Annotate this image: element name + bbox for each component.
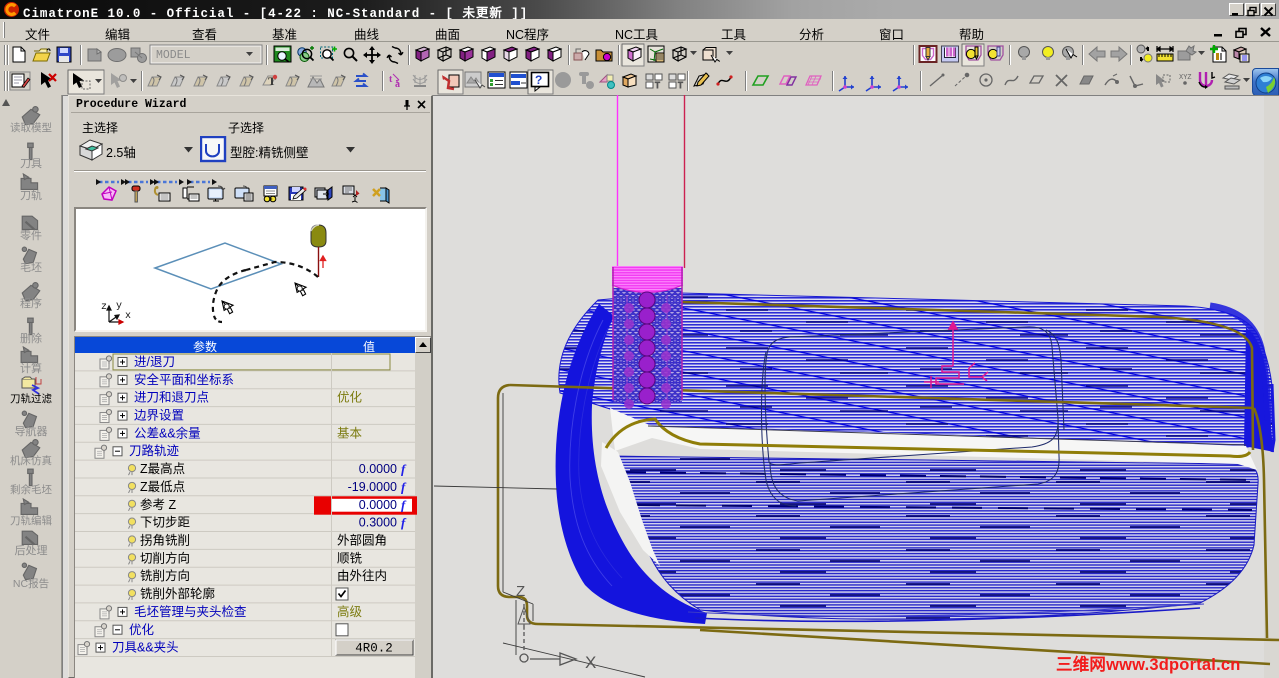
svg-text:x: x (125, 311, 131, 322)
svg-text:下切步距: 下切步距 (140, 516, 190, 530)
svg-text:优化: 优化 (337, 391, 363, 405)
svg-text:读取模型: 读取模型 (10, 121, 52, 134)
svg-text:顺铣: 顺铣 (337, 551, 363, 565)
svg-text:高级: 高级 (337, 604, 363, 619)
svg-text:机床仿真: 机床仿真 (10, 454, 52, 467)
svg-text:-19.0000: -19.0000 (348, 480, 397, 494)
svg-text:Z最高点: Z最高点 (140, 461, 185, 476)
svg-text:毛坯管理与夹头检查: 毛坯管理与夹头检查 (134, 604, 247, 619)
svg-text:毛坯: 毛坯 (20, 261, 42, 274)
svg-text:f: f (401, 462, 407, 477)
svg-text:零件: 零件 (20, 229, 42, 242)
svg-text:后处理: 后处理 (15, 544, 48, 557)
svg-text:NC报告: NC报告 (13, 577, 49, 590)
svg-text:0.0000: 0.0000 (359, 498, 397, 512)
svg-text:导航器: 导航器 (15, 424, 48, 438)
svg-text:剩余毛坯: 剩余毛坯 (10, 483, 52, 496)
svg-text:XYZ: XYZ (1179, 74, 1192, 82)
svg-text:y: y (116, 301, 122, 312)
svg-text:铣削外部轮廓: 铣削外部轮廓 (140, 586, 215, 601)
svg-text:T: T (678, 81, 683, 90)
svg-text:t: t (389, 74, 393, 85)
svg-text:铣削方向: 铣削方向 (140, 568, 190, 583)
svg-text:0.0000: 0.0000 (359, 462, 397, 476)
svg-text:拐角铣削: 拐角铣削 (140, 533, 190, 548)
svg-text:X: X (585, 653, 596, 672)
svg-text:4R0.2: 4R0.2 (355, 642, 393, 656)
svg-text:优化: 优化 (129, 623, 155, 637)
svg-text:删除: 删除 (20, 331, 42, 345)
svg-text:外部圆角: 外部圆角 (337, 533, 387, 548)
svg-text:公差&&余量: 公差&&余量 (134, 425, 201, 440)
svg-text:?: ? (535, 73, 542, 87)
svg-text:Z: Z (516, 583, 525, 600)
svg-text:z: z (101, 302, 107, 313)
svg-text:f: f (401, 515, 407, 530)
svg-text:进刀和退刀点: 进刀和退刀点 (134, 391, 209, 405)
svg-text:程序: 程序 (20, 296, 42, 310)
svg-text:边界设置: 边界设置 (134, 408, 184, 423)
svg-text:0.3000: 0.3000 (359, 516, 397, 530)
svg-text:切削方向: 切削方向 (140, 550, 190, 565)
svg-text:刀具: 刀具 (20, 157, 42, 170)
svg-text:刀轨过滤: 刀轨过滤 (10, 392, 52, 405)
svg-text:三维网www.3dportal.cn: 三维网www.3dportal.cn (1056, 654, 1241, 674)
svg-text:基本: 基本 (337, 426, 363, 440)
svg-text:刀具&&夹头: 刀具&&夹头 (112, 641, 179, 655)
svg-text:T: T (268, 74, 276, 88)
svg-text:由外往内: 由外往内 (337, 568, 387, 583)
svg-text:刀轨: 刀轨 (20, 188, 42, 202)
svg-text:f: f (401, 480, 407, 495)
svg-text:刀路轨迹: 刀路轨迹 (129, 443, 180, 458)
svg-text:安全平面和坐标系: 安全平面和坐标系 (134, 372, 234, 387)
svg-text:T: T (655, 81, 660, 90)
svg-text:刀轨编辑: 刀轨编辑 (10, 514, 52, 527)
svg-text:a: a (395, 79, 400, 90)
svg-text:计算: 计算 (20, 361, 42, 375)
svg-text:Z最低点: Z最低点 (140, 480, 185, 494)
svg-text:进/退刀: 进/退刀 (134, 355, 175, 369)
svg-text:参考 Z: 参考 Z (140, 497, 176, 512)
